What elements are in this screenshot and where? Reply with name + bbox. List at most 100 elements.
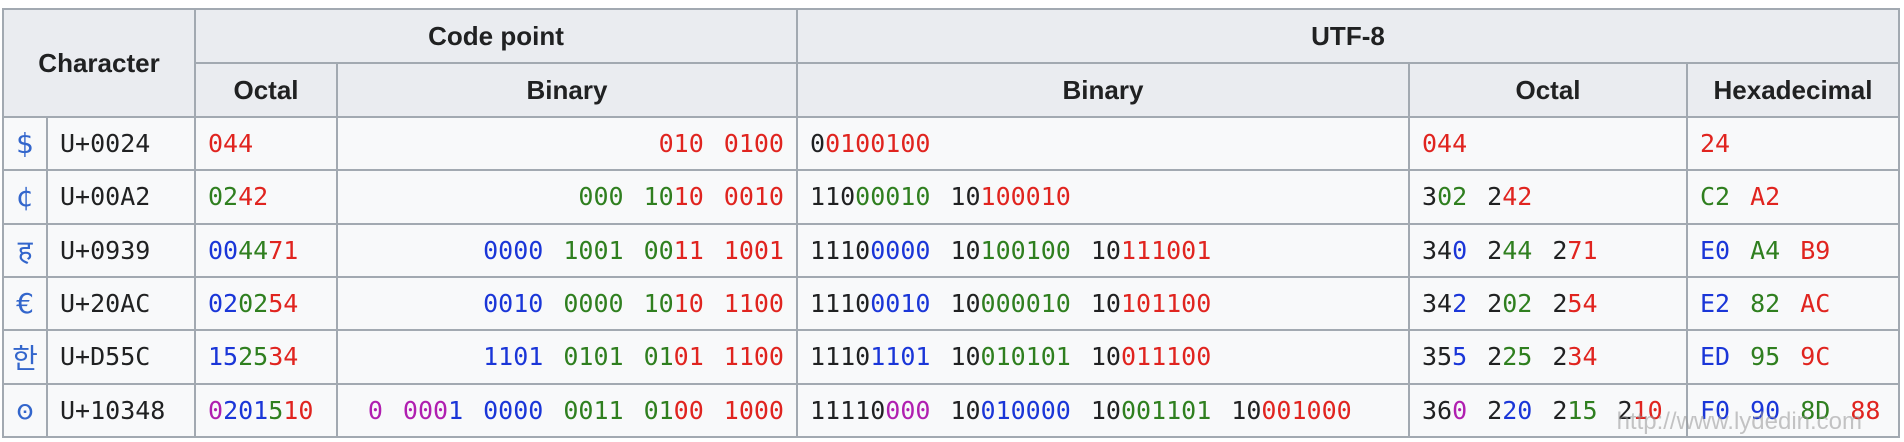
binary-segment: 0010 [483, 289, 544, 319]
hex-segment: 90 [1750, 395, 1781, 425]
utf8-binary-segment: 010101 [980, 342, 1071, 372]
utf8-octal-segment: 36 [1422, 395, 1453, 425]
binary-group: 1010 [644, 289, 704, 318]
header-row-sub: Octal Binary Binary Octal Hexadecimal [3, 62, 1900, 118]
octal-cell: 044 [194, 115, 338, 172]
hex-group: 88 [1850, 396, 1880, 425]
hex-group: A4 [1750, 236, 1780, 265]
character-link[interactable]: 한 [2, 329, 48, 385]
character-link[interactable]: € [2, 275, 48, 332]
binary-segment: 000 [578, 182, 624, 212]
binary-segment: 10 [673, 182, 704, 212]
hex-group: 90 [1750, 396, 1780, 425]
binary-group: 0010 [724, 182, 784, 211]
utf8-binary-segment: 10 [950, 289, 981, 319]
binary-cell: 0010 0000 1010 1100 [336, 275, 798, 332]
header-hexadecimal: Hexadecimal [1686, 62, 1900, 118]
character-link[interactable]: ह [2, 222, 48, 278]
header-utf8-binary: Binary [796, 62, 1410, 118]
hex-segment: 24 [1700, 129, 1731, 159]
utf8-octal-segment: 2 [1487, 289, 1503, 319]
utf8-binary-segment: 1110 [810, 289, 871, 319]
utf8-binary-group: 10101100 [1091, 289, 1211, 318]
hex-segment: F0 [1700, 395, 1731, 425]
utf8-octal-segment: 54 [1567, 289, 1598, 319]
utf8-binary-segment: 0010 [870, 289, 931, 319]
header-binary: Binary [336, 62, 798, 118]
hex-group: 8D [1800, 396, 1830, 425]
binary-group: 1000 [724, 396, 784, 425]
utf8-octal-group: 342 [1422, 289, 1467, 318]
octal-segment: 15 [208, 342, 239, 372]
utf8-octal-cell: 340 244 271 [1408, 222, 1688, 278]
octal-segment: 44 [238, 235, 269, 265]
utf8-octal-segment: 15 [1567, 395, 1598, 425]
binary-group: 0100 [644, 396, 704, 425]
utf8-octal-cell: 360 220 215 210 [1408, 382, 1688, 439]
table-row: ह U+0939 004471 0000 1001 0011 1001 11100000 101… [2, 222, 1900, 278]
table-row: $ U+0024 044 010 0100 00100100 044 24 [2, 115, 1900, 172]
utf8-binary-segment: 001101 [1120, 395, 1212, 425]
utf8-octal-group: 225 [1487, 342, 1532, 371]
utf8-octal-segment: 34 [1422, 235, 1453, 265]
utf8-binary-segment: 00010 [855, 182, 931, 212]
utf8-binary-group: 11100000 [810, 236, 930, 265]
utf8-octal-segment: 044 [1422, 129, 1468, 159]
character-link[interactable]: ¢ [2, 169, 48, 225]
hex-group: 9C [1800, 342, 1830, 371]
character-link[interactable]: 𐍈 [2, 382, 48, 439]
header-code-point: Code point [194, 8, 798, 64]
hex-segment: E0 [1700, 235, 1731, 265]
utf8-octal-group: 360 [1422, 396, 1467, 425]
hex-segment: A4 [1750, 235, 1781, 265]
utf8-binary-segment: 1110 [810, 235, 871, 265]
character-link[interactable]: $ [2, 115, 48, 172]
binary-segment: 0000 [483, 235, 544, 265]
binary-segment: 010 [658, 129, 704, 159]
utf8-binary-segment: 010000 [980, 395, 1071, 425]
utf8-octal-cell: 302 242 [1408, 169, 1688, 225]
utf8-binary-segment: 1101 [870, 342, 931, 372]
octal-cell: 004471 [194, 222, 338, 278]
octal-segment: 0 [208, 395, 224, 425]
table-row: ¢ U+00A2 0242 000 1010 0010 11000010 10100010 30… [2, 169, 1900, 225]
utf8-binary-group: 10001101 [1091, 396, 1211, 425]
octal-segment: 02 [208, 182, 239, 212]
utf8-binary-segment: 10 [950, 182, 981, 212]
utf8-binary-segment: 10 [1090, 289, 1121, 319]
binary-group: 0101 [563, 342, 623, 371]
utf8-binary-group: 10100100 [950, 236, 1070, 265]
utf8-octal-segment: 5 [1452, 342, 1468, 372]
utf8-octal-segment: 02 [1502, 289, 1533, 319]
hex-segment: E2 [1700, 289, 1731, 319]
utf8-octal-group: 202 [1487, 289, 1532, 318]
utf8-binary-group: 11101101 [810, 342, 930, 371]
utf8-octal-group: 220 [1487, 396, 1532, 425]
binary-segment: 1 [448, 395, 464, 425]
utf8-octal-segment: 0 [1452, 395, 1468, 425]
hex-group: B9 [1800, 236, 1830, 265]
hex-segment: 95 [1750, 342, 1781, 372]
utf8-binary-group: 11100010 [810, 289, 930, 318]
octal-cell: 020254 [194, 275, 338, 332]
binary-segment: 0010 [723, 182, 784, 212]
octal-cell: 0201510 [194, 382, 338, 439]
binary-cell: 000 1010 0010 [336, 169, 798, 225]
hex-group: E2 [1700, 289, 1730, 318]
binary-segment: 01 [673, 342, 704, 372]
utf8-binary-segment: 1110 [810, 342, 871, 372]
binary-group: 010 [659, 129, 704, 158]
binary-group: 0011 [563, 396, 623, 425]
binary-segment: 0000 [483, 395, 544, 425]
utf8-octal-segment: 2 [1487, 395, 1503, 425]
octal-segment: 01 [238, 395, 269, 425]
utf8-binary-group: 10010000 [950, 396, 1070, 425]
octal-segment: 02 [208, 289, 239, 319]
utf8-octal-segment: 71 [1567, 235, 1598, 265]
utf8-binary-group: 10011100 [1091, 342, 1211, 371]
binary-segment: 1100 [723, 342, 784, 372]
utf8-octal-segment: 20 [1502, 395, 1533, 425]
binary-group: 0000 [483, 236, 543, 265]
utf8-binary-segment: 10 [1090, 235, 1121, 265]
binary-segment: 00 [673, 395, 704, 425]
